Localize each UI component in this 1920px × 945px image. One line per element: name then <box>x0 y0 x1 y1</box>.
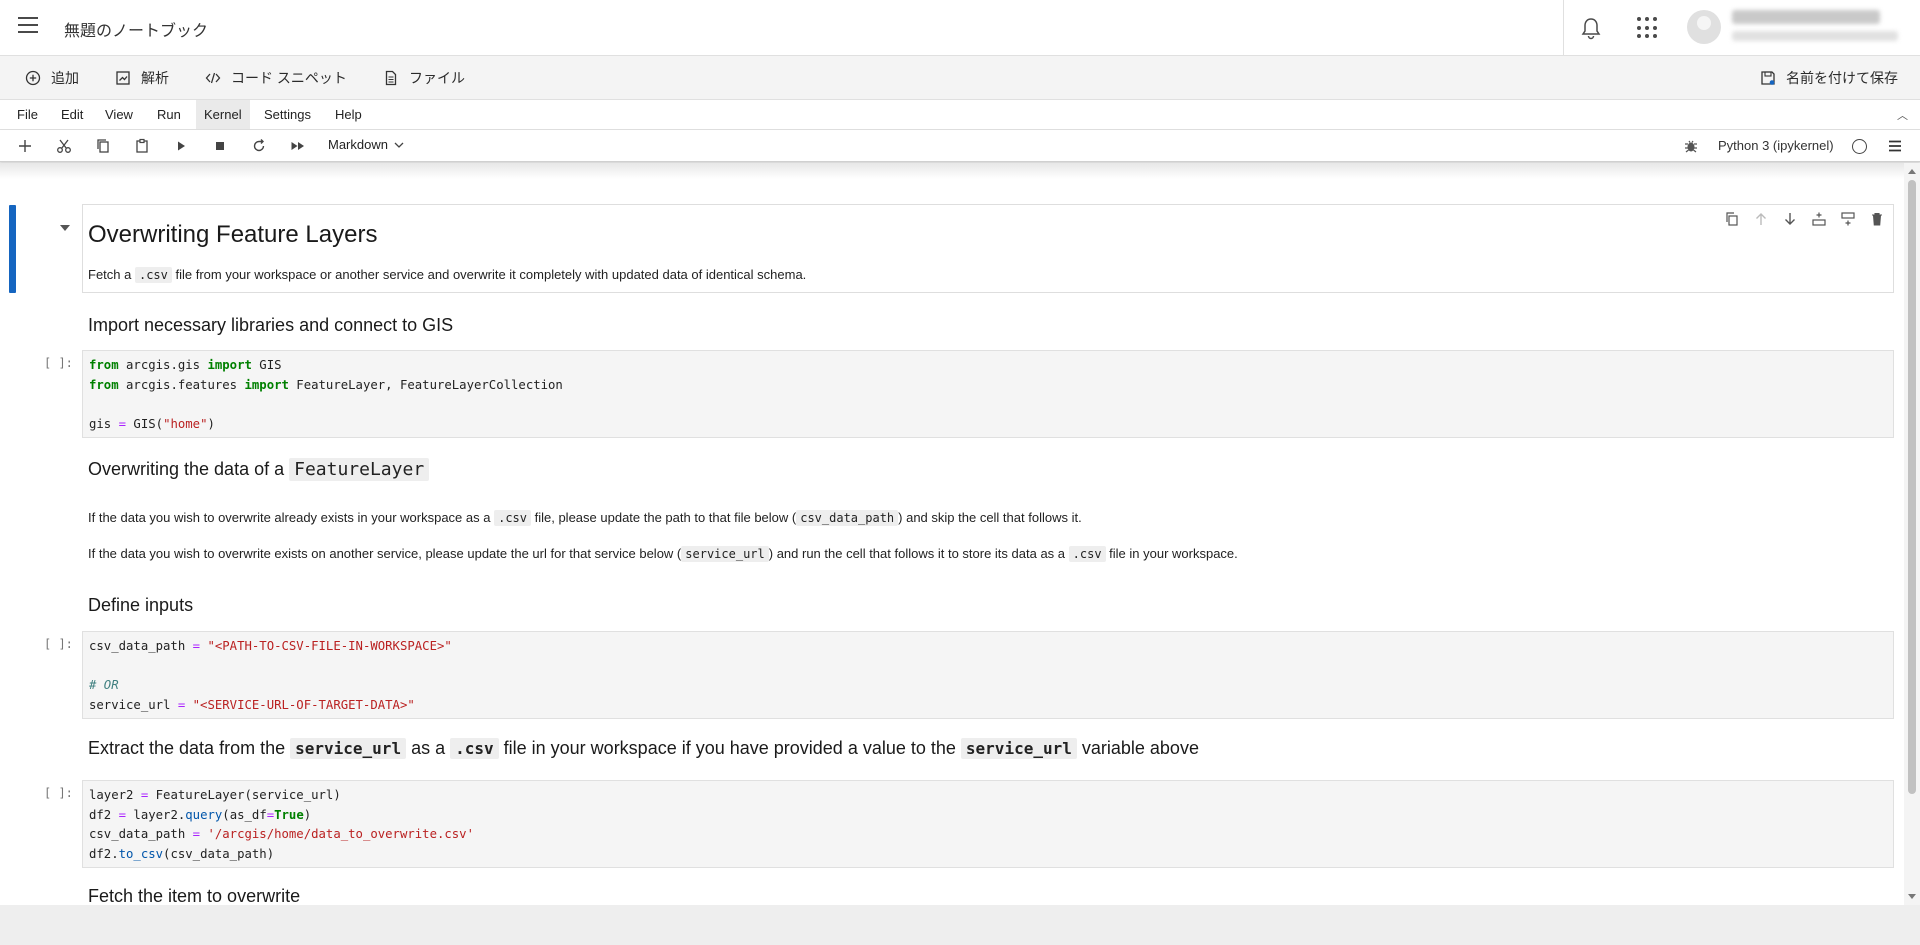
collapse-heading-icon[interactable] <box>60 225 70 231</box>
menu-view[interactable]: View <box>97 100 141 129</box>
paragraph-service-url: If the data you wish to overwrite exists… <box>88 546 1238 562</box>
status-bar <box>0 905 1920 945</box>
file-icon <box>385 70 397 86</box>
code-icon <box>205 72 221 84</box>
move-down-icon[interactable] <box>1782 211 1798 227</box>
cell-type-value: Markdown <box>328 137 388 152</box>
code-snippets-label: コード スニペット <box>231 70 347 86</box>
menu-settings[interactable]: Settings <box>256 100 319 129</box>
section-heading-fetch-item: Fetch the item to overwrite <box>88 886 301 905</box>
save-as-button[interactable]: 名前を付けて保存 <box>1760 66 1898 90</box>
menu-edit[interactable]: Edit <box>53 100 91 129</box>
save-icon <box>1761 71 1775 85</box>
section-heading-define-inputs: Define inputs <box>88 595 194 615</box>
section-heading-extract: Extract the data from the service_url as… <box>88 738 1199 759</box>
insert-below-icon[interactable] <box>1840 211 1856 227</box>
menu-bar: File Edit View Run Kernel Settings Help … <box>0 100 1920 130</box>
menu-icon[interactable] <box>18 17 38 37</box>
menu-run[interactable]: Run <box>149 100 189 129</box>
cut-icon[interactable] <box>55 137 73 155</box>
app-header: 無題のノートブック <box>0 0 1920 56</box>
cell-type-dropdown[interactable]: Markdown <box>328 137 404 152</box>
insert-above-icon[interactable] <box>1811 211 1827 227</box>
add-button[interactable]: 追加 <box>25 66 79 90</box>
apps-grid-icon[interactable] <box>1637 17 1659 39</box>
user-avatar-icon[interactable] <box>1687 10 1721 44</box>
section-heading-overwriting: Overwriting the data of a FeatureLayer <box>88 458 430 481</box>
delete-cell-icon[interactable] <box>1869 211 1885 227</box>
analysis-icon <box>116 71 130 85</box>
notebook-heading: Overwriting Feature Layers <box>88 221 378 248</box>
move-up-icon[interactable] <box>1753 211 1769 227</box>
notebook-title[interactable]: 無題のノートブック <box>64 17 208 41</box>
notebook-toolbar: Markdown Python 3 (ipykernel) <box>0 130 1920 162</box>
code-cell-import[interactable]: from arcgis.gis import GIS from arcgis.f… <box>82 350 1894 438</box>
kernel-name[interactable]: Python 3 (ipykernel) <box>1718 138 1834 153</box>
code-cell-inputs[interactable]: csv_data_path = "<PATH-TO-CSV-FILE-IN-WO… <box>82 631 1894 719</box>
action-bar: 追加 解析 コード スニペット ファイル 名前を付けて保存 <box>0 56 1920 100</box>
cell-prompt: [ ]: <box>44 637 73 651</box>
scrollbar-thumb[interactable] <box>1908 180 1916 794</box>
notebook-panel: Overwriting Feature Layers Fetch a .csv … <box>0 163 1904 905</box>
add-button-label: 追加 <box>51 70 79 86</box>
intro-paragraph: Fetch a .csv file from your workspace or… <box>88 267 807 283</box>
cell-prompt: [ ]: <box>44 786 73 800</box>
code-snippets-button[interactable]: コード スニペット <box>205 66 347 90</box>
paragraph-existing-csv: If the data you wish to overwrite alread… <box>88 510 1082 526</box>
files-button[interactable]: ファイル <box>383 66 465 90</box>
cell-prompt: [ ]: <box>44 356 73 370</box>
more-icon[interactable] <box>1886 137 1904 155</box>
collapse-menu-icon[interactable]: ︿ <box>1897 107 1908 123</box>
stop-icon[interactable] <box>211 137 229 155</box>
save-as-label: 名前を付けて保存 <box>1786 70 1898 86</box>
chevron-down-icon <box>394 142 404 148</box>
user-name-blurred <box>1732 10 1880 24</box>
scroll-down-icon[interactable] <box>1908 894 1916 899</box>
run-all-icon[interactable] <box>289 137 307 155</box>
add-cell-icon[interactable] <box>16 137 34 155</box>
restart-icon[interactable] <box>250 137 268 155</box>
scroll-up-icon[interactable] <box>1908 169 1916 174</box>
menu-file[interactable]: File <box>9 100 46 129</box>
bell-icon[interactable] <box>1580 16 1602 40</box>
add-circle-icon <box>25 70 41 86</box>
copy-icon[interactable] <box>94 137 112 155</box>
debugger-icon[interactable] <box>1683 138 1699 154</box>
section-heading-import: Import necessary libraries and connect t… <box>88 315 454 335</box>
analysis-button-label: 解析 <box>141 70 169 86</box>
notebook-scrollbar[interactable] <box>1904 163 1920 905</box>
menu-help[interactable]: Help <box>327 100 370 129</box>
run-icon[interactable] <box>172 137 190 155</box>
notebook-top-shadow <box>0 163 1904 179</box>
active-cell-indicator <box>9 205 16 293</box>
code-cell-extract[interactable]: layer2 = FeatureLayer(service_url) df2 =… <box>82 780 1894 868</box>
header-divider <box>1563 0 1564 56</box>
kernel-status-icon <box>1852 139 1867 154</box>
analysis-button[interactable]: 解析 <box>115 66 169 90</box>
duplicate-cell-icon[interactable] <box>1724 211 1740 227</box>
cell-toolbar <box>1724 211 1885 227</box>
paste-icon[interactable] <box>133 137 151 155</box>
menu-kernel[interactable]: Kernel <box>196 100 250 129</box>
files-label: ファイル <box>409 70 465 86</box>
user-subtitle-blurred <box>1732 31 1898 41</box>
